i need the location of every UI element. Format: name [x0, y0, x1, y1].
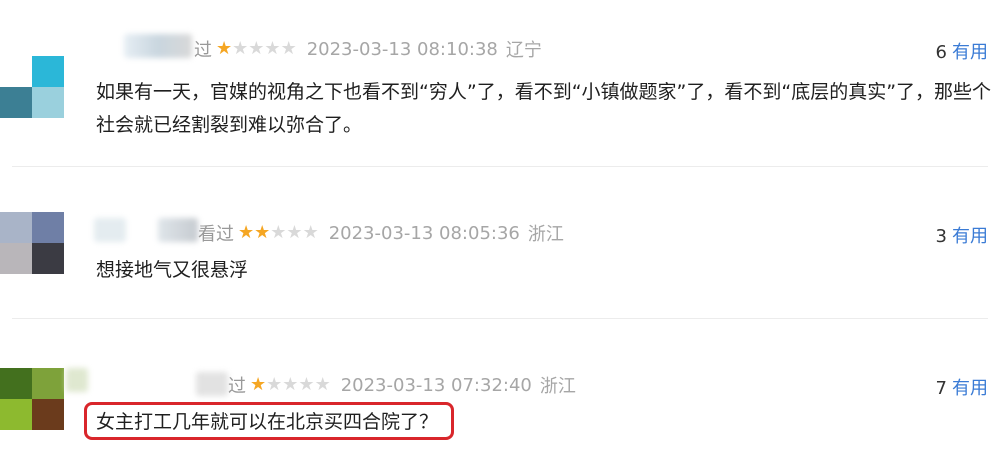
blurred-username[interactable]: [124, 34, 192, 58]
review-content: 如果有一天，官媒的视角之下也看不到“穷人”了，看不到“小镇做题家”了，看不到“底…: [96, 81, 992, 136]
avatar-pixel: [0, 56, 32, 87]
rating-stars: ★ ★ ★ ★ ★: [238, 224, 319, 242]
avatar-pixel: [32, 56, 64, 87]
avatar-pixel: [32, 399, 64, 430]
review-time: 2023-03-13 07:32:40: [340, 374, 532, 396]
review-item: 过 ★ ★ ★ ★ ★ 2023-03-13 07:32:40 浙江 7 有用 女主打工几…: [0, 320, 1000, 462]
useful-count: 7: [935, 378, 947, 399]
star-icon: ★: [270, 222, 287, 243]
useful-label: 有用: [952, 42, 988, 63]
star-icon: ★: [250, 374, 267, 395]
avatar[interactable]: [0, 212, 64, 274]
review-region: 浙江: [539, 376, 576, 397]
review-item: 过 ★ ★ ★ ★ ★ 2023-03-13 08:10:38 辽宁 6 有用 如果有一天…: [0, 0, 1000, 168]
star-icon: ★: [238, 222, 255, 243]
avatar-pixel: [32, 212, 64, 243]
divider: [12, 166, 988, 167]
useful-button[interactable]: 7 有用: [936, 374, 988, 400]
useful-button[interactable]: 3 有用: [936, 222, 988, 248]
useful-count: 6: [935, 42, 947, 63]
watch-status: 看过: [198, 224, 234, 245]
star-icon: ★: [298, 374, 315, 395]
review-region: 辽宁: [505, 40, 542, 61]
star-icon: ★: [314, 374, 331, 395]
useful-count: 3: [935, 226, 947, 247]
watch-status: 过: [194, 40, 212, 61]
review-meta: 过 ★ ★ ★ ★ ★ 2023-03-13 07:32:40 浙江: [228, 372, 576, 398]
star-icon: ★: [248, 38, 265, 59]
avatar-pixel: [32, 368, 64, 399]
rating-stars: ★ ★ ★ ★ ★: [250, 376, 331, 394]
review-time: 2023-03-13 08:05:36: [328, 222, 520, 244]
star-icon: ★: [254, 222, 271, 243]
star-icon: ★: [216, 38, 233, 59]
review-time: 2023-03-13 08:10:38: [306, 38, 498, 60]
avatar[interactable]: [0, 56, 64, 118]
review-content: 想接地气又很悬浮: [96, 259, 249, 281]
avatar[interactable]: [0, 368, 64, 430]
avatar-pixel: [0, 368, 32, 399]
star-icon: ★: [282, 374, 299, 395]
useful-button[interactable]: 6 有用: [936, 38, 988, 64]
useful-label: 有用: [952, 226, 988, 247]
avatar-pixel: [0, 243, 32, 274]
star-icon: ★: [232, 38, 249, 59]
avatar-pixel: [0, 212, 32, 243]
divider: [12, 318, 988, 319]
review-meta: 看过 ★ ★ ★ ★ ★ 2023-03-13 08:05:36 浙江: [198, 220, 564, 246]
avatar-pixel: [0, 87, 32, 118]
rating-stars: ★ ★ ★ ★ ★: [216, 40, 297, 58]
blurred-username[interactable]: [66, 368, 88, 392]
blurred-username[interactable]: [158, 218, 198, 242]
avatar-pixel: [0, 399, 32, 430]
useful-label: 有用: [952, 378, 988, 399]
review-region: 浙江: [527, 224, 564, 245]
blurred-username[interactable]: [94, 218, 126, 242]
star-icon: ★: [280, 38, 297, 59]
blurred-username[interactable]: [196, 372, 228, 396]
star-icon: ★: [266, 374, 283, 395]
star-icon: ★: [264, 38, 281, 59]
review-meta: 过 ★ ★ ★ ★ ★ 2023-03-13 08:10:38 辽宁: [194, 36, 542, 62]
avatar-pixel: [32, 87, 64, 118]
star-icon: ★: [286, 222, 303, 243]
watch-status: 过: [228, 376, 246, 397]
star-icon: ★: [302, 222, 319, 243]
highlight-box: [84, 402, 454, 440]
review-item: 看过 ★ ★ ★ ★ ★ 2023-03-13 08:05:36 浙江 3 有用 想接地气…: [0, 168, 1000, 318]
avatar-pixel: [32, 243, 64, 274]
